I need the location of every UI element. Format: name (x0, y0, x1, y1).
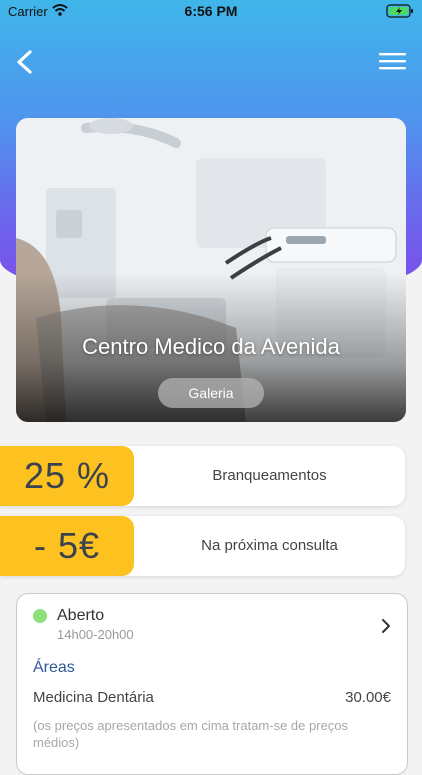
back-button[interactable] (10, 44, 42, 80)
chevron-right-icon (382, 619, 390, 633)
open-status-label: Aberto (57, 607, 105, 624)
areas-heading: Áreas (33, 659, 75, 676)
open-status-dot (33, 609, 47, 623)
service-name: Medicina Dentária (33, 689, 154, 706)
promo-badge: - 5€ (0, 516, 134, 576)
promo-description: Branqueamentos (212, 467, 327, 484)
clinic-name: Centro Medico da Avenida (82, 334, 340, 359)
service-price: 30.00€ (345, 689, 391, 706)
status-time: 6:56 PM (184, 3, 238, 19)
opening-hours: 14h00-20h00 (57, 627, 134, 642)
clinic-hero-image: Centro Medico da Avenida Galeria (16, 118, 406, 422)
menu-button[interactable] (378, 50, 408, 74)
promo-badge: 25 % (0, 446, 134, 506)
promo-description: Na próxima consulta (201, 537, 338, 554)
status-bar: Carrier 6:56 PM (0, 0, 422, 24)
gallery-button[interactable]: Galeria (158, 378, 264, 408)
clinic-info-card: Aberto 14h00-20h00 Áreas Medicina Dentár… (16, 593, 408, 775)
promo-card-whitening[interactable]: 25 % Branqueamentos (0, 446, 405, 506)
hours-expand-button[interactable] (379, 616, 393, 641)
promo-card-next-appointment[interactable]: - 5€ Na próxima consulta (0, 516, 405, 576)
battery-icon (386, 4, 414, 21)
menu-icon (379, 53, 406, 70)
price-note: (os preços apresentados em cima tratam-s… (33, 718, 349, 750)
back-arrow-icon (17, 50, 32, 74)
